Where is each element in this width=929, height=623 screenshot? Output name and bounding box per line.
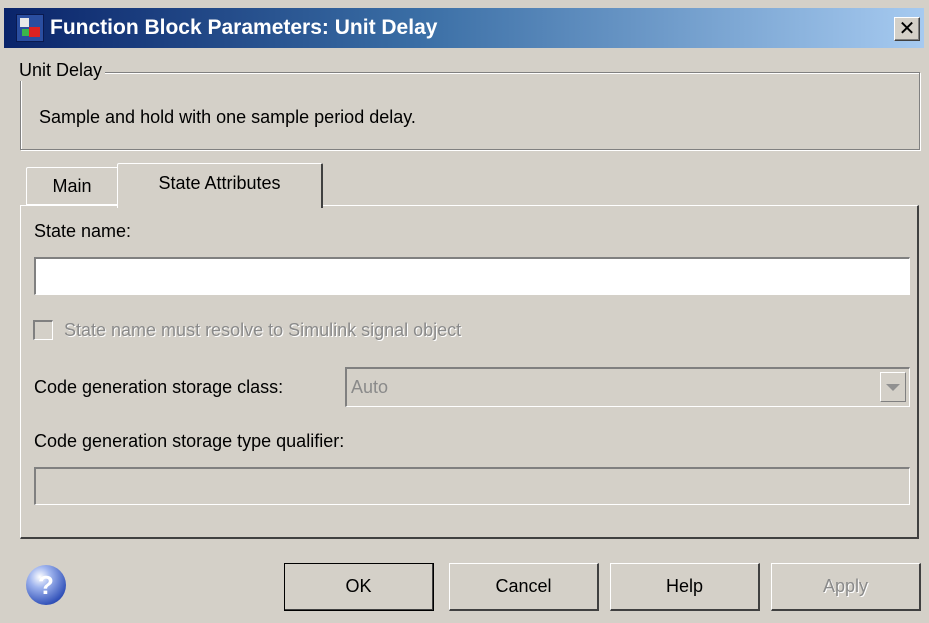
group-legend: Unit Delay [16, 60, 106, 81]
help-button[interactable]: Help [610, 563, 760, 611]
tab-state-attributes[interactable]: State Attributes [117, 163, 323, 208]
resolve-signal-label: State name must resolve to Simulink sign… [64, 320, 462, 340]
type-qualifier-label: Code generation storage type qualifier: [34, 431, 345, 451]
close-icon: ✕ [898, 18, 916, 40]
block-description: Sample and hold with one sample period d… [39, 107, 416, 127]
help-glyph: ? [38, 569, 54, 600]
title-bar: Function Block Parameters: Unit Delay ✕ [4, 8, 924, 48]
tab-main-label: Main [52, 175, 92, 196]
state-name-label: State name: [34, 221, 132, 241]
storage-class-select[interactable]: Auto [345, 367, 910, 407]
tab-state-attributes-label: State Attributes [158, 172, 281, 193]
help-button-label: Help [665, 576, 704, 596]
window-title: Function Block Parameters: Unit Delay [50, 16, 438, 39]
cancel-button[interactable]: Cancel [449, 563, 599, 611]
cancel-button-label: Cancel [495, 576, 552, 596]
apply-button-label: Apply [822, 576, 869, 596]
close-button[interactable]: ✕ [894, 17, 920, 41]
ok-button[interactable]: OK [284, 563, 434, 611]
storage-class-label: Code generation storage class: [34, 377, 284, 397]
chevron-down-icon[interactable] [880, 372, 906, 402]
help-question-icon[interactable]: ? [26, 565, 66, 605]
ok-button-label: OK [345, 576, 372, 596]
state-name-input[interactable] [34, 257, 910, 295]
type-qualifier-input [34, 467, 910, 505]
tab-main[interactable]: Main [26, 167, 119, 205]
storage-class-value: Auto [351, 377, 389, 397]
simulink-block-icon [16, 14, 44, 42]
apply-button[interactable]: Apply [771, 563, 921, 611]
resolve-signal-checkbox[interactable] [33, 320, 53, 340]
